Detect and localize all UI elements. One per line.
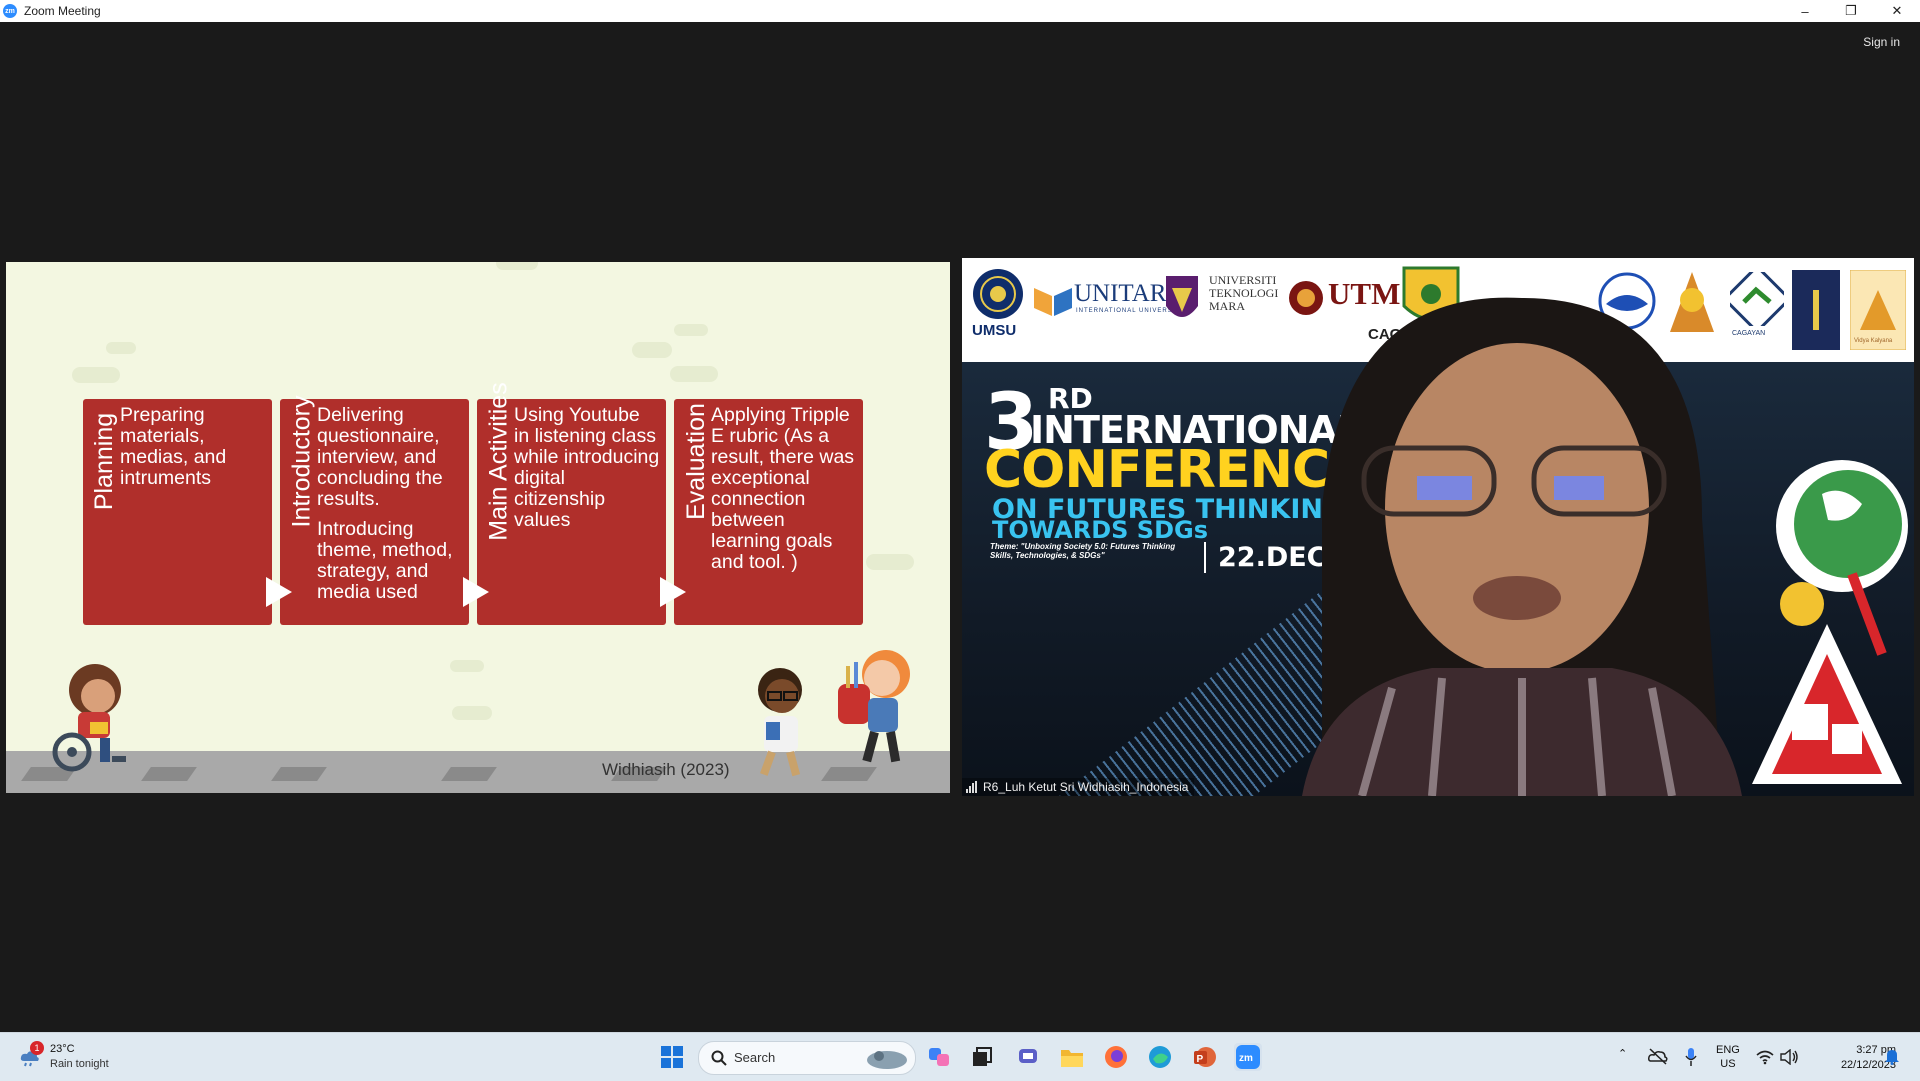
background-shape <box>72 367 120 383</box>
background-shape <box>670 366 718 382</box>
signal-strength-icon <box>966 781 978 793</box>
step-paragraph: Delivering questionnaire, interview, and… <box>317 404 443 510</box>
step-paragraph: Preparing materials, medias, and intrume… <box>120 404 227 489</box>
process-arrow-icon <box>463 577 489 607</box>
task-view-icon[interactable] <box>968 1043 996 1071</box>
step-label: Main Activities <box>484 381 513 541</box>
windows-taskbar: 1 23°C Rain tonight Search P zm ⌃ ENG US… <box>0 1032 1920 1081</box>
weather-temperature: 23°C <box>50 1043 75 1055</box>
window-title: Zoom Meeting <box>24 4 101 18</box>
step-text: Applying Tripple E rubric (As a result, … <box>711 405 857 582</box>
participant-name-tag: R6_Luh Ketut Sri Widhiasih_Indonesia <box>962 778 1195 796</box>
background-shape <box>106 342 136 354</box>
step-text: Using Youtube in listening class while i… <box>514 405 660 540</box>
svg-text:P: P <box>1197 1054 1204 1065</box>
background-shape <box>866 554 914 570</box>
keyboard-region: US <box>1720 1058 1736 1070</box>
microphone-icon[interactable] <box>1684 1047 1698 1067</box>
wifi-icon[interactable] <box>1756 1049 1774 1065</box>
teams-chat-icon[interactable] <box>1014 1043 1042 1071</box>
process-arrow-icon <box>266 577 292 607</box>
onedrive-offline-icon[interactable] <box>1648 1047 1668 1065</box>
search-placeholder: Search <box>734 1050 776 1065</box>
weather-badge: 1 <box>30 1041 44 1055</box>
step-label: Evaluation <box>681 402 710 520</box>
window-titlebar: zm Zoom Meeting – ❐ ✕ <box>0 0 1920 22</box>
language-code: ENG <box>1716 1044 1740 1056</box>
boy-with-glasses-illustration <box>758 668 802 777</box>
svg-text:zm: zm <box>1239 1053 1253 1064</box>
windows-logo-icon <box>661 1046 683 1068</box>
background-shape <box>674 324 708 336</box>
input-language-indicator[interactable]: ENG US <box>1716 1043 1740 1071</box>
notification-bell-icon[interactable] <box>1884 1047 1900 1065</box>
background-shape <box>496 262 538 270</box>
background-shape <box>450 660 484 672</box>
window-controls: – ❐ ✕ <box>1782 0 1920 22</box>
process-arrow-icon <box>660 577 686 607</box>
step-box-introductory: Introductory Delivering questionnaire, i… <box>280 395 469 625</box>
restore-button[interactable]: ❐ <box>1828 0 1874 22</box>
shared-screen-slide: Planning Preparing materials, medias, an… <box>6 262 950 793</box>
weather-description: Rain tonight <box>50 1058 109 1070</box>
firefox-icon[interactable] <box>1102 1043 1130 1071</box>
step-label: Introductory <box>287 394 316 528</box>
step-paragraph: Using Youtube in listening class while i… <box>514 404 660 531</box>
minimize-button[interactable]: – <box>1782 0 1828 22</box>
participant-video <box>1302 297 1742 796</box>
boy-with-backpack-illustration <box>838 650 910 763</box>
zoom-app-icon[interactable]: zm <box>1234 1043 1262 1071</box>
participant-video-tile[interactable]: UMSU UNITAR INTERNATIONAL UNIVERSITY UNI… <box>962 258 1914 796</box>
step-paragraph: Introducing theme, method, strategy, and… <box>317 518 453 603</box>
edge-browser-icon[interactable] <box>1146 1043 1174 1071</box>
powerpoint-icon[interactable]: P <box>1190 1043 1218 1071</box>
close-button[interactable]: ✕ <box>1874 0 1920 22</box>
start-button[interactable] <box>658 1043 686 1071</box>
step-text: Preparing materials, medias, and intrume… <box>120 405 266 498</box>
step-text: Delivering questionnaire, interview, and… <box>317 405 463 612</box>
copilot-app-icon[interactable] <box>926 1043 954 1071</box>
step-paragraph: Applying Tripple E rubric (As a result, … <box>711 404 855 573</box>
file-explorer-icon[interactable] <box>1058 1043 1086 1071</box>
step-label: Planning <box>90 412 119 510</box>
step-box-main-activities: Main Activities Using Youtube in listeni… <box>477 382 666 625</box>
volume-icon[interactable] <box>1780 1049 1800 1065</box>
show-hidden-icons-chevron-icon[interactable]: ⌃ <box>1618 1047 1627 1060</box>
step-box-planning: Planning Preparing materials, medias, an… <box>83 399 272 625</box>
step-box-evaluation: Evaluation Applying Tripple E rubric (As… <box>674 399 863 625</box>
background-shape <box>452 706 492 720</box>
participant-name: R6_Luh Ketut Sri Widhiasih_Indonesia <box>983 780 1189 794</box>
taskbar-search[interactable]: Search <box>698 1041 916 1075</box>
zoom-logo-icon: zm <box>3 4 17 18</box>
search-highlight-icon <box>867 1051 907 1069</box>
wheelchair-girl-illustration <box>52 664 126 772</box>
slide-credit: Widhiasih (2023) <box>602 760 730 779</box>
background-shape <box>632 342 672 358</box>
sign-in-button[interactable]: Sign in <box>1859 33 1904 51</box>
search-icon <box>711 1050 727 1066</box>
